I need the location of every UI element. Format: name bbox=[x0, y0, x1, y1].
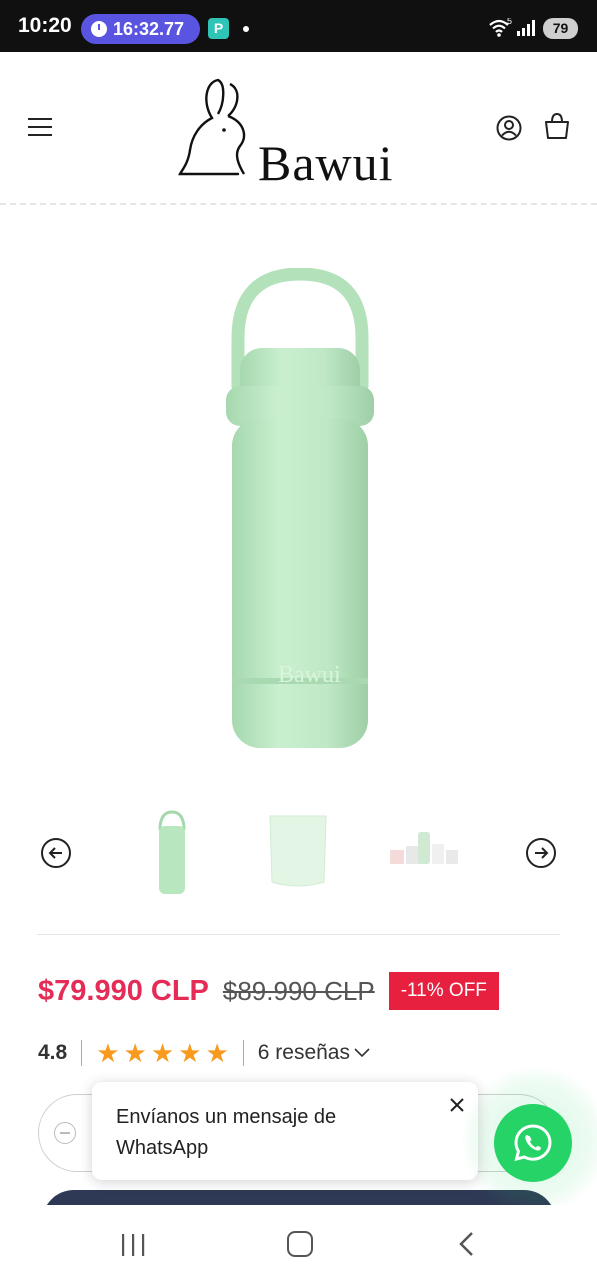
whatsapp-popup: Envíanos un mensaje de WhatsApp bbox=[92, 1082, 478, 1180]
stopwatch-icon bbox=[91, 21, 107, 37]
cart-icon[interactable] bbox=[543, 112, 571, 140]
svg-text:5: 5 bbox=[507, 18, 512, 26]
menu-icon bbox=[28, 118, 52, 120]
regular-price: $89.990 CLP bbox=[222, 975, 375, 1006]
status-time: 10:20 bbox=[18, 14, 72, 37]
divider bbox=[242, 1040, 244, 1066]
system-navigation-bar bbox=[0, 1205, 597, 1280]
status-bar: 10:20 16:32.77 P 5 79 bbox=[0, 0, 597, 52]
star-rating: ★ ★ ★ ★ ★ bbox=[96, 1040, 229, 1066]
chevron-down-icon bbox=[354, 1048, 370, 1058]
app-notification-icon: P bbox=[208, 18, 229, 39]
quantity-decrease-button[interactable] bbox=[54, 1122, 76, 1144]
header-divider bbox=[0, 203, 597, 205]
reviews-count: 6 reseñas bbox=[257, 1041, 350, 1064]
timer-value: 16:32.77 bbox=[113, 18, 185, 39]
thumbnail-bottle-cup[interactable] bbox=[258, 810, 338, 896]
recent-apps-icon[interactable] bbox=[120, 1233, 146, 1257]
close-icon[interactable] bbox=[448, 1096, 466, 1114]
star-icon: ★ bbox=[205, 1038, 229, 1068]
star-icon: ★ bbox=[123, 1038, 147, 1068]
previous-image-button[interactable] bbox=[40, 837, 72, 869]
whatsapp-button[interactable] bbox=[494, 1104, 572, 1182]
signal-icon bbox=[517, 20, 535, 36]
star-icon: ★ bbox=[150, 1038, 175, 1068]
section-divider bbox=[37, 934, 560, 935]
product-image[interactable]: Bawui bbox=[200, 268, 400, 758]
reviews-link[interactable]: 6 reseñas bbox=[258, 1041, 370, 1065]
battery-indicator: 79 bbox=[543, 18, 578, 39]
site-header: Bawui bbox=[0, 52, 597, 202]
whatsapp-message: Envíanos un mensaje de WhatsApp bbox=[116, 1106, 337, 1159]
svg-text:Bawui: Bawui bbox=[278, 662, 341, 688]
price-row: $79.990 CLP $89.990 CLP -11% OFF bbox=[38, 970, 578, 1012]
discount-badge: -11% OFF bbox=[388, 972, 499, 1010]
account-icon[interactable] bbox=[496, 115, 522, 141]
divider bbox=[81, 1040, 83, 1066]
brand-name: Bawui bbox=[258, 135, 394, 191]
rating-row: 4.8 ★ ★ ★ ★ ★ 6 reseñas bbox=[38, 1037, 370, 1069]
back-icon[interactable] bbox=[457, 1231, 475, 1257]
next-image-button[interactable] bbox=[525, 837, 557, 869]
thumbnail-bottle-front[interactable] bbox=[132, 810, 212, 896]
notification-dot bbox=[243, 26, 249, 32]
sale-price: $79.990 CLP bbox=[38, 974, 209, 1007]
timer-chip[interactable]: 16:32.77 bbox=[81, 14, 200, 44]
star-icon: ★ bbox=[96, 1038, 120, 1068]
home-icon[interactable] bbox=[287, 1231, 313, 1257]
rating-value: 4.8 bbox=[38, 1041, 68, 1064]
menu-button[interactable] bbox=[28, 118, 52, 138]
star-icon: ★ bbox=[178, 1038, 202, 1068]
thumbnail-bottle-set[interactable] bbox=[384, 810, 464, 896]
whatsapp-icon bbox=[514, 1124, 552, 1162]
wifi-icon: 5 bbox=[489, 18, 512, 37]
